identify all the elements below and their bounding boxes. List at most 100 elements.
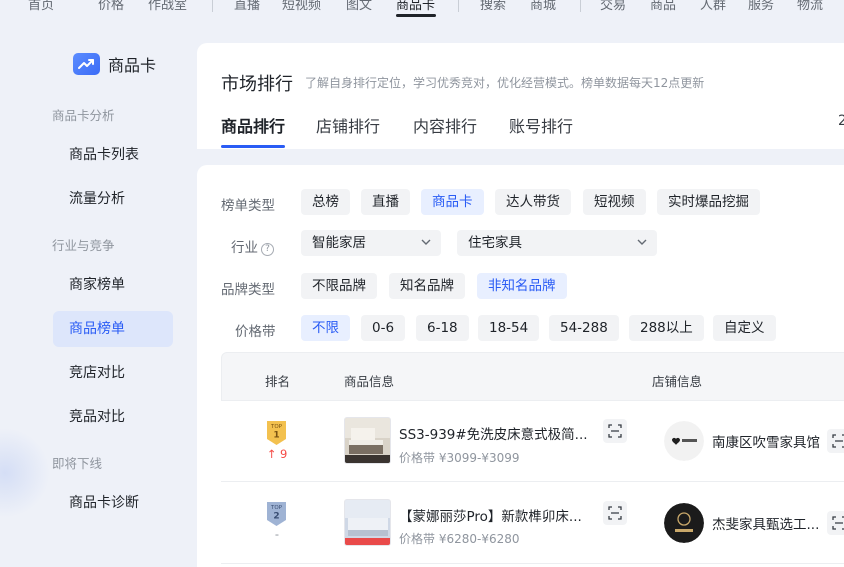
sidebar-group-title: 商品卡分析 (52, 108, 115, 123)
rank-badge-top: TOP (270, 505, 283, 511)
price-option-0-6[interactable]: 0-6 (361, 315, 406, 341)
shop-name[interactable]: 杰斐家具甄选工... (712, 513, 824, 533)
sidebar-item-product-card-list[interactable]: 商品卡列表 (53, 137, 173, 173)
topnav-item-search[interactable]: 搜索 (480, 0, 506, 13)
list-type-option-realtime[interactable]: 实时爆品挖掘 (657, 189, 760, 215)
rank-change: ↑ 9 (266, 447, 288, 461)
topnav-item-crowd[interactable]: 人群 (700, 0, 726, 13)
table-row[interactable]: TOP 2 - 【蒙娜丽莎Pro】新款榫卯床... 价格带 ¥6280-¥628… (221, 483, 844, 564)
topnav-item-graphic[interactable]: 图文 (346, 0, 372, 13)
product-price: 价格带 ¥3099-¥3099 (399, 451, 520, 465)
column-header-shop: 店铺信息 (652, 374, 703, 389)
product-title[interactable]: 【蒙娜丽莎Pro】新款榫卯床... (399, 505, 589, 525)
product-price: 价格带 ¥6280-¥6280 (399, 532, 520, 546)
tab-product-ranking[interactable]: 商品排行 (221, 113, 285, 137)
sidebar: 商品卡 商品卡分析 商品卡列表 流量分析 行业与竞争 商家榜单 商品榜单 竞店对… (0, 18, 190, 567)
price-option-54-288[interactable]: 54-288 (549, 315, 619, 341)
help-icon[interactable]: ? (261, 243, 274, 256)
topnav-item-product-card[interactable]: 商品卡 (396, 0, 435, 13)
scan-icon[interactable] (603, 419, 627, 443)
industry-primary-select[interactable]: 智能家居 (301, 230, 441, 256)
top-navigation: 首页 价格 作战室 直播 短视频 图文 商品卡 搜索 商城 交易 商品 人群 服… (0, 0, 844, 18)
page-title: 市场排行 (221, 74, 293, 95)
table-header: 排名 商品信息 店铺信息 (221, 352, 844, 401)
sidebar-brand-label: 商品卡 (108, 56, 157, 75)
sidebar-item-traffic-analysis[interactable]: 流量分析 (53, 181, 173, 217)
list-type-option-all[interactable]: 总榜 (301, 189, 350, 215)
topnav-active-indicator (396, 14, 436, 17)
rank-badge-top: TOP (270, 424, 283, 430)
list-type-option-live[interactable]: 直播 (361, 189, 410, 215)
topnav-item-short-video[interactable]: 短视频 (282, 0, 321, 13)
price-band-label: 价格带 (235, 324, 276, 340)
sidebar-item-product-compare[interactable]: 竞品对比 (53, 399, 173, 435)
tab-store-ranking[interactable]: 店铺排行 (316, 113, 380, 137)
sidebar-group-title: 即将下线 (52, 456, 103, 471)
topnav-item-goods[interactable]: 商品 (650, 0, 676, 13)
scan-icon[interactable] (827, 511, 844, 535)
ranking-table: 排名 商品信息 店铺信息 TOP 1 ↑ 9 SS3-939#免洗皮床意式极简.… (221, 352, 844, 567)
header-cut-text: 2 (838, 113, 844, 129)
rank-badge-icon: TOP 2 (267, 502, 286, 526)
topnav-item-mall[interactable]: 商城 (530, 0, 556, 13)
trend-chart-icon (73, 53, 100, 75)
industry-secondary-value: 住宅家具 (468, 235, 522, 251)
tab-active-indicator (221, 145, 285, 148)
topnav-divider (458, 0, 459, 12)
chevron-down-icon (421, 239, 431, 245)
price-option-18-54[interactable]: 18-54 (478, 315, 540, 341)
sidebar-brand: 商品卡 (73, 52, 156, 76)
tab-content-ranking[interactable]: 内容排行 (413, 113, 477, 137)
brand-option-known[interactable]: 知名品牌 (389, 273, 465, 299)
column-header-product: 商品信息 (344, 374, 395, 389)
list-type-option-product-card[interactable]: 商品卡 (421, 189, 484, 215)
scan-icon[interactable] (603, 501, 627, 525)
price-option-any[interactable]: 不限 (301, 315, 350, 341)
product-thumbnail[interactable] (344, 417, 391, 464)
brand-option-any[interactable]: 不限品牌 (301, 273, 377, 299)
chevron-down-icon (637, 239, 647, 245)
sidebar-item-merchant-ranking[interactable]: 商家榜单 (53, 267, 173, 303)
topnav-item-price[interactable]: 价格 (98, 0, 124, 13)
topnav-item-live[interactable]: 直播 (234, 0, 260, 13)
price-option-288-plus[interactable]: 288以上 (629, 315, 704, 341)
topnav-item-war-room[interactable]: 作战室 (148, 0, 187, 13)
price-option-6-18[interactable]: 6-18 (416, 315, 469, 341)
shop-avatar[interactable] (664, 421, 704, 461)
topnav-item-logistics[interactable]: 物流 (797, 0, 823, 13)
decorative-glow (0, 428, 50, 518)
price-option-custom[interactable]: 自定义 (713, 315, 776, 341)
industry-label-text: 行业 (231, 240, 258, 256)
brand-type-label: 品牌类型 (221, 282, 275, 298)
industry-secondary-select[interactable]: 住宅家具 (457, 230, 657, 256)
list-type-option-short-video[interactable]: 短视频 (583, 189, 646, 215)
industry-label: 行业? (231, 236, 274, 256)
product-thumbnail[interactable] (344, 499, 391, 546)
column-header-rank: 排名 (265, 374, 291, 389)
topnav-divider (580, 0, 581, 12)
sidebar-item-store-compare[interactable]: 竞店对比 (53, 355, 173, 391)
header-card: 市场排行 了解自身排行定位，学习优秀竞对，优化经营模式。榜单数据每天12点更新 … (197, 43, 844, 149)
rank-change: - (274, 527, 280, 541)
shop-name[interactable]: 南康区吹雪家具馆 (712, 431, 824, 451)
list-type-option-influencer[interactable]: 达人带货 (495, 189, 571, 215)
topnav-item-home[interactable]: 首页 (28, 0, 54, 13)
topnav-item-service[interactable]: 服务 (748, 0, 774, 13)
topnav-item-trade[interactable]: 交易 (600, 0, 626, 13)
rank-badge-icon: TOP 1 (267, 421, 286, 445)
brand-option-unknown[interactable]: 非知名品牌 (477, 273, 567, 299)
page-description: 了解自身排行定位，学习优秀竞对，优化经营模式。榜单数据每天12点更新 (305, 76, 705, 90)
sidebar-item-product-card-diagnosis[interactable]: 商品卡诊断 (53, 485, 173, 521)
scan-icon[interactable] (827, 429, 844, 453)
rank-badge-number: 2 (273, 512, 279, 522)
sidebar-group-title: 行业与竞争 (52, 238, 115, 253)
table-row[interactable]: TOP 1 ↑ 9 SS3-939#免洗皮床意式极简... 价格带 ¥3099-… (221, 401, 844, 482)
tab-account-ranking[interactable]: 账号排行 (509, 113, 573, 137)
rank-badge-number: 1 (273, 431, 279, 441)
industry-primary-value: 智能家居 (312, 235, 366, 251)
topnav-divider (212, 0, 213, 12)
product-title[interactable]: SS3-939#免洗皮床意式极简... (399, 423, 589, 443)
shop-avatar[interactable] (664, 503, 704, 543)
list-type-label: 榜单类型 (221, 198, 275, 214)
sidebar-item-product-ranking[interactable]: 商品榜单 (53, 311, 173, 347)
